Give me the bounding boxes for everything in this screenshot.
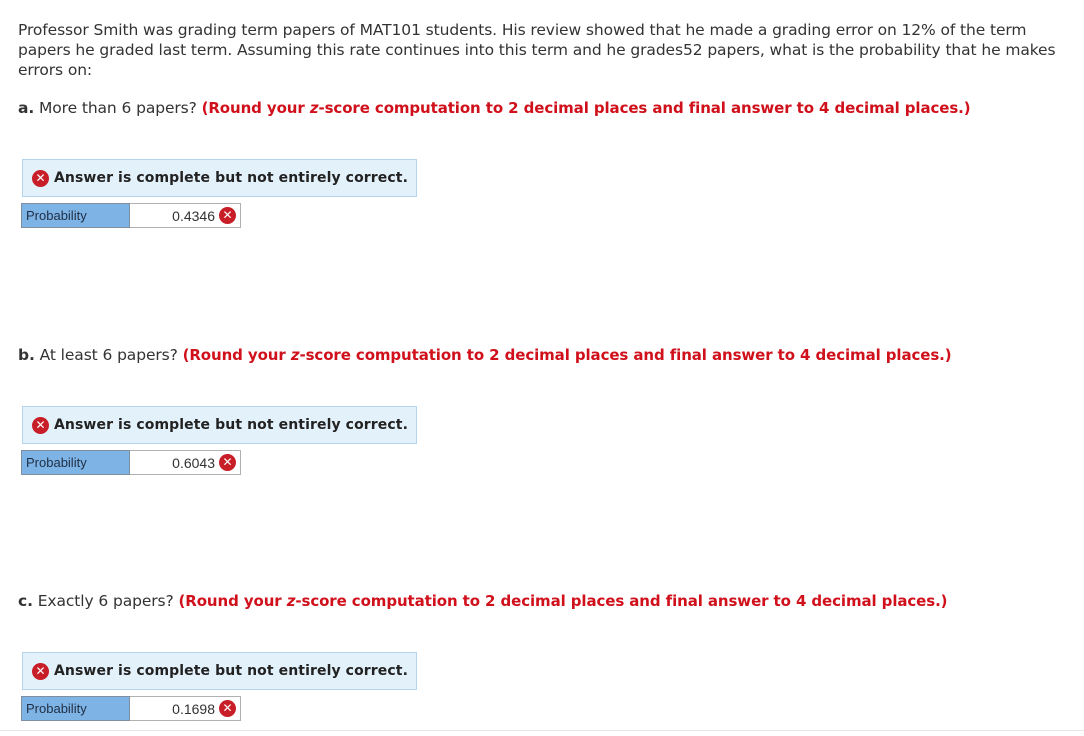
probability-value: 0.1698 <box>172 700 215 717</box>
question-letter: b. <box>18 346 35 364</box>
x-circle-icon: ✕ <box>219 700 236 717</box>
question-letter: a. <box>18 99 35 117</box>
probability-input[interactable]: 0.4346 ✕ <box>130 203 241 228</box>
feedback-message: Answer is complete but not entirely corr… <box>54 170 409 186</box>
answer-row-c: Probability 0.1698 ✕ <box>21 696 241 721</box>
probability-input[interactable]: 0.6043 ✕ <box>130 450 241 475</box>
x-circle-icon: ✕ <box>219 207 236 224</box>
answer-row-b: Probability 0.6043 ✕ <box>21 450 241 475</box>
question-text: Exactly 6 papers? <box>37 592 174 610</box>
question-c: c. Exactly 6 papers? (Round your z-score… <box>18 591 948 611</box>
probability-label: Probability <box>21 450 130 475</box>
rounding-instruction: (Round your z-score computation to 2 dec… <box>182 346 952 364</box>
question-a: a. More than 6 papers? (Round your z-sco… <box>18 98 971 118</box>
rounding-instruction: (Round your z-score computation to 2 dec… <box>178 592 948 610</box>
answer-row-a: Probability 0.4346 ✕ <box>21 203 241 228</box>
question-b: b. At least 6 papers? (Round your z-scor… <box>18 345 952 365</box>
problem-statement: Professor Smith was grading term papers … <box>18 21 1056 79</box>
question-letter: c. <box>18 592 33 610</box>
feedback-message: Answer is complete but not entirely corr… <box>54 663 409 679</box>
feedback-banner-b: ✕ Answer is complete but not entirely co… <box>22 406 417 444</box>
probability-value: 0.6043 <box>172 454 215 471</box>
probability-value: 0.4346 <box>172 207 215 224</box>
feedback-banner-a: ✕ Answer is complete but not entirely co… <box>22 159 417 197</box>
probability-label: Probability <box>21 696 130 721</box>
x-circle-icon: ✕ <box>32 662 49 680</box>
x-circle-icon: ✕ <box>32 416 49 434</box>
x-circle-icon: ✕ <box>32 169 49 187</box>
x-circle-icon: ✕ <box>219 454 236 471</box>
feedback-banner-c: ✕ Answer is complete but not entirely co… <box>22 652 417 690</box>
question-text: More than 6 papers? <box>38 99 197 117</box>
probability-input[interactable]: 0.1698 ✕ <box>130 696 241 721</box>
probability-label: Probability <box>21 203 130 228</box>
rounding-instruction: (Round your z-score computation to 2 dec… <box>201 99 971 117</box>
divider <box>0 730 1084 731</box>
question-text: At least 6 papers? <box>39 346 178 364</box>
feedback-message: Answer is complete but not entirely corr… <box>54 417 409 433</box>
